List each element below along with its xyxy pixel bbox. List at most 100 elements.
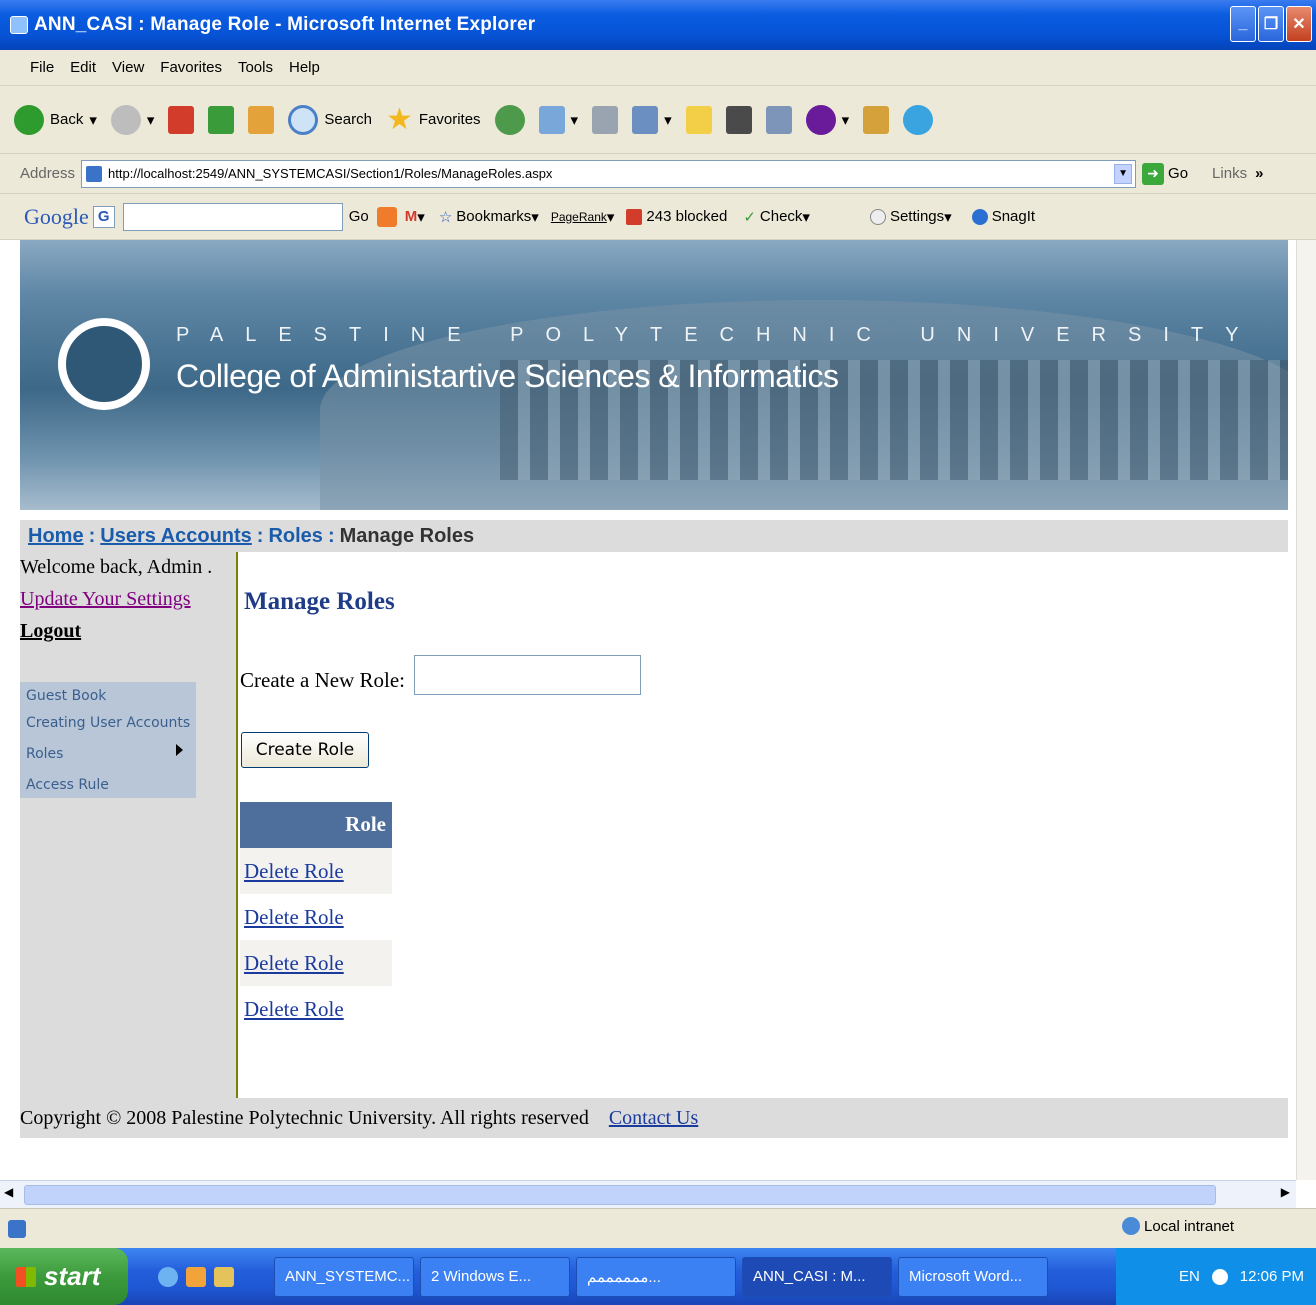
task-ann-casi[interactable]: ANN_CASI : M... [742, 1256, 892, 1297]
globe-icon [1122, 1217, 1140, 1235]
header-banner: PALESTINE POLYTECHNIC UNIVERSITY College… [20, 240, 1288, 510]
quicklaunch-media-icon[interactable] [186, 1266, 206, 1287]
sidebar-item-access-rule[interactable]: Access Rule [26, 777, 109, 793]
copyright-text: Copyright © 2008 Palestine Polytechnic U… [20, 1106, 589, 1129]
pagerank-button[interactable]: PageRank [551, 210, 607, 224]
back-arrow-icon [14, 104, 44, 135]
scrollbar-thumb[interactable] [24, 1185, 1216, 1205]
task-document[interactable]: ممممممم... [576, 1256, 736, 1297]
roles-table: Role Delete Role Delete Role Delete Role… [240, 802, 392, 1032]
task-microsoft-word[interactable]: Microsoft Word... [898, 1256, 1048, 1297]
blogger-icon[interactable] [376, 206, 397, 227]
address-input[interactable]: http://localhost:2549/ANN_SYSTEMCASI/Sec… [81, 159, 1137, 188]
breadcrumb-users-accounts[interactable]: Users Accounts [100, 525, 252, 548]
quicklaunch-ie-icon[interactable] [158, 1266, 178, 1287]
chevron-right-icon[interactable]: » [1255, 165, 1263, 182]
menu-file[interactable]: File [30, 59, 54, 76]
start-button[interactable]: start [0, 1248, 128, 1305]
settings-button[interactable]: Settings [890, 208, 944, 225]
window-title-bar: ANN_CASI : Manage Role - Microsoft Inter… [0, 0, 1316, 50]
research-icon [863, 105, 890, 134]
forward-arrow-icon [110, 104, 141, 135]
mail-button[interactable]: ▾ [538, 105, 578, 134]
breadcrumb: Home : Users Accounts : Roles : Manage R… [20, 520, 1288, 552]
snagit-button[interactable]: SnagIt [992, 208, 1035, 225]
language-indicator[interactable]: EN [1179, 1268, 1200, 1285]
create-role-button[interactable]: Create Role [241, 732, 369, 768]
scroll-right-icon[interactable]: ▶ [1281, 1185, 1290, 1199]
k-button[interactable] [725, 105, 752, 134]
home-button[interactable] [248, 105, 275, 134]
note-button[interactable] [685, 105, 712, 134]
stop-button[interactable] [168, 105, 195, 134]
close-button[interactable]: ✕ [1286, 6, 1312, 42]
google-g-icon[interactable]: G [92, 205, 115, 228]
google-search-input[interactable] [122, 202, 343, 231]
windows-flag-icon [16, 1266, 36, 1287]
college-name: College of Administartive Sciences & Inf… [176, 358, 839, 394]
delete-role-link[interactable]: Delete Role [244, 951, 344, 976]
menu-favorites[interactable]: Favorites [160, 59, 222, 76]
search-button[interactable]: Search [288, 104, 372, 135]
delete-role-link[interactable]: Delete Role [244, 859, 344, 884]
address-label: Address [20, 165, 76, 182]
messenger-button[interactable] [765, 105, 792, 134]
tray-icon[interactable] [1211, 1268, 1228, 1285]
google-go-button[interactable]: Go [349, 208, 369, 225]
research-button[interactable] [863, 105, 890, 134]
page-status-icon [8, 1219, 26, 1238]
spellcheck-icon: ✓ [743, 208, 756, 226]
bookmarks-button[interactable]: Bookmarks [456, 208, 531, 225]
favorites-button[interactable]: ★ Favorites [386, 102, 481, 137]
history-button[interactable] [494, 104, 525, 135]
msn-button[interactable] [903, 104, 934, 135]
forward-button[interactable]: ▾ [110, 104, 154, 135]
sidebar-item-guest-book[interactable]: Guest Book [26, 688, 106, 704]
update-settings-link[interactable]: Update Your Settings [20, 588, 191, 611]
check-button[interactable]: Check [760, 208, 803, 225]
task-windows-explorer[interactable]: 2 Windows E... [420, 1256, 570, 1297]
yahoo-button[interactable]: ▾ [805, 104, 849, 135]
menu-view[interactable]: View [112, 59, 144, 76]
menu-help[interactable]: Help [289, 59, 320, 76]
quicklaunch-app-icon[interactable] [214, 1266, 234, 1287]
refresh-button[interactable] [208, 105, 235, 134]
sidebar-item-roles[interactable]: Roles [26, 746, 63, 762]
page-title: Manage Roles [244, 588, 395, 615]
menu-edit[interactable]: Edit [70, 59, 96, 76]
messenger-icon [765, 105, 792, 134]
print-button[interactable] [592, 105, 619, 134]
university-logo [58, 318, 150, 410]
edit-button[interactable]: ▾ [632, 105, 672, 134]
address-bar: Address http://localhost:2549/ANN_SYSTEM… [0, 154, 1316, 194]
go-button[interactable]: ➜ Go [1142, 162, 1188, 185]
back-button[interactable]: Back ▾ [14, 104, 97, 135]
blocked-count[interactable]: 243 blocked [646, 208, 727, 225]
delete-role-link[interactable]: Delete Role [244, 997, 344, 1022]
gmail-icon[interactable]: M [405, 208, 418, 225]
links-button[interactable]: Links [1212, 165, 1247, 182]
page-icon [86, 165, 103, 182]
new-role-input[interactable] [414, 655, 641, 695]
window-controls: _ ❐ ✕ [1230, 6, 1312, 42]
home-icon [248, 105, 275, 134]
table-row: Delete Role [240, 848, 392, 894]
minimize-button[interactable]: _ [1230, 6, 1256, 42]
contact-us-link[interactable]: Contact Us [609, 1107, 698, 1130]
google-logo[interactable]: Google [24, 204, 89, 230]
maximize-button[interactable]: ❐ [1258, 6, 1284, 42]
table-row: Delete Role [240, 940, 392, 986]
menu-tools[interactable]: Tools [238, 59, 273, 76]
address-url: http://localhost:2549/ANN_SYSTEMCASI/Sec… [108, 166, 553, 181]
horizontal-scrollbar[interactable]: ◀ ▶ [0, 1180, 1296, 1208]
submenu-arrow-icon [176, 744, 183, 756]
breadcrumb-home[interactable]: Home [28, 525, 84, 548]
delete-role-link[interactable]: Delete Role [244, 905, 344, 930]
breadcrumb-roles[interactable]: Roles [268, 525, 322, 548]
logout-link[interactable]: Logout [20, 620, 81, 643]
vertical-scrollbar[interactable] [1296, 240, 1316, 1180]
address-dropdown-icon[interactable]: ▼ [1114, 163, 1133, 184]
sidebar-item-creating-user-accounts[interactable]: Creating User Accounts [26, 715, 190, 731]
task-ann-systemc[interactable]: ANN_SYSTEMC... [274, 1256, 414, 1297]
scroll-left-icon[interactable]: ◀ [4, 1185, 13, 1199]
